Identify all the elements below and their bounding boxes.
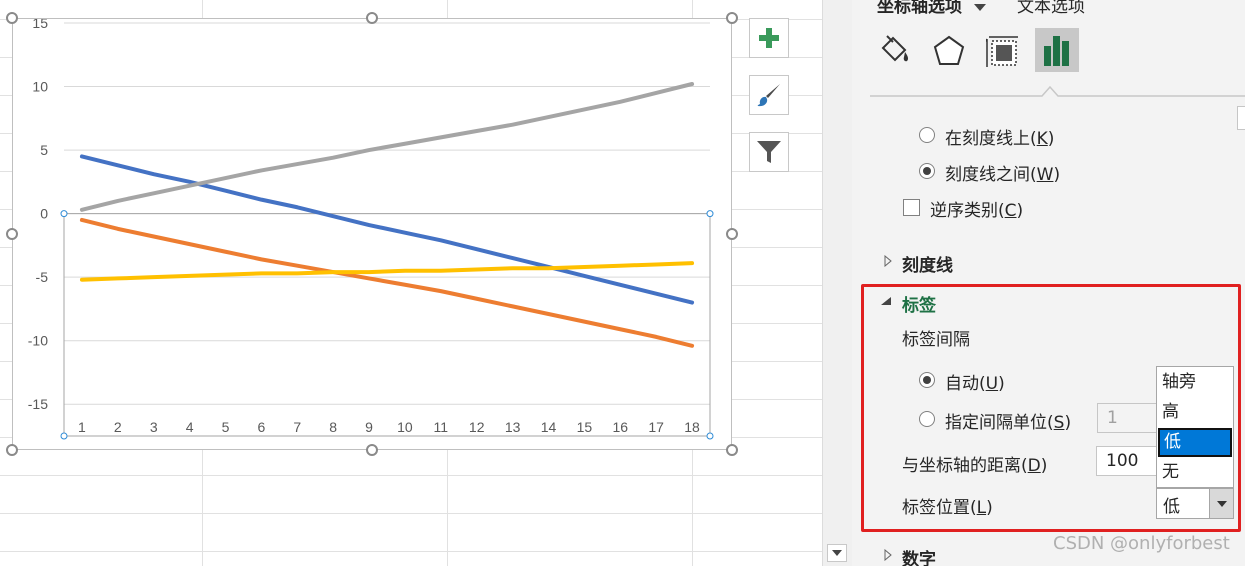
- chart-elements-button[interactable]: [749, 18, 789, 58]
- x-tick-label: 6: [257, 419, 265, 435]
- radio-on-tick-marks[interactable]: [919, 127, 935, 143]
- y-tick-label: -15: [28, 396, 48, 412]
- x-tick-label: 11: [434, 419, 449, 435]
- x-tick-label: 13: [505, 419, 521, 435]
- resize-handle-top-right[interactable]: [726, 12, 738, 24]
- resize-handle-top-left[interactable]: [6, 12, 18, 24]
- gridline: [0, 513, 822, 514]
- y-tick-label: 5: [40, 142, 48, 158]
- radio-between-tick-marks[interactable]: [919, 163, 935, 179]
- chart-plot: 151050-5-10-151 2 3 4 5 6 7 8 9 10 11 12 13 14 15 16 17 1…: [28, 19, 714, 440]
- x-tick-label: 5: [222, 419, 230, 435]
- y-tick-label: -10: [28, 333, 48, 349]
- x-tick-label: 4: [186, 419, 194, 435]
- series-line-3: [79, 81, 695, 212]
- plus-icon: [759, 28, 779, 48]
- resize-handle-left[interactable]: [6, 228, 18, 240]
- radio-on-tick-marks-label: 在刻度线上(K): [945, 129, 1055, 149]
- vertical-scrollbar[interactable]: [822, 0, 852, 566]
- x-tick-label: 1: [78, 419, 86, 435]
- checkbox-reverse-categories-label: 逆序类别(C): [930, 201, 1024, 221]
- x-tick-label: 2: [114, 419, 122, 435]
- brush-icon: [757, 84, 780, 107]
- gridline: [0, 475, 822, 476]
- x-tick-label: 16: [612, 419, 628, 435]
- x-tick-label: 9: [365, 419, 373, 435]
- pane-scroll-top: [1237, 106, 1245, 130]
- x-tick-label: 12: [469, 419, 485, 435]
- series-line-2: [79, 217, 695, 348]
- funnel-icon: [757, 141, 781, 163]
- resize-handle-right[interactable]: [726, 228, 738, 240]
- plot-area-handle: [706, 210, 714, 218]
- chart-styles-button[interactable]: [749, 75, 789, 115]
- resize-handle-bottom-left[interactable]: [6, 444, 18, 456]
- x-tick-label: 14: [541, 419, 557, 435]
- size-properties-icon[interactable]: [986, 35, 1020, 69]
- scroll-down-button[interactable]: [827, 544, 847, 562]
- x-tick-label: 15: [577, 419, 593, 435]
- section-tick-marks[interactable]: 刻度线: [902, 251, 953, 276]
- tab-text-options[interactable]: 文本选项: [1017, 0, 1085, 17]
- chevron-down-icon: [973, 4, 986, 11]
- x-tick-label: 10: [397, 419, 413, 435]
- highlight-box: [861, 284, 1241, 532]
- plot-area-handle: [706, 432, 714, 440]
- y-tick-label: -5: [36, 269, 49, 285]
- section-number[interactable]: 数字: [902, 545, 936, 566]
- x-tick-label: 17: [648, 419, 664, 435]
- expand-arrow-icon[interactable]: [884, 549, 892, 561]
- x-tick-label: 18: [684, 419, 700, 435]
- line-chart[interactable]: 15 10 5 0 -5 -10 -15 1 2 3 4 5 6 7 8 9 10 11 12 13 14 15 16 17 1…: [12, 18, 732, 450]
- x-tick-label: 8: [329, 419, 337, 435]
- chart-filters-button[interactable]: [749, 132, 789, 172]
- radio-between-tick-marks-label: 刻度线之间(W): [945, 165, 1061, 185]
- tab-axis-options[interactable]: 坐标轴选项: [877, 0, 986, 17]
- y-tick-label: 15: [32, 19, 48, 31]
- y-tick-label: 10: [32, 79, 48, 95]
- chevron-down-icon: [832, 550, 842, 556]
- x-tick-label: 7: [293, 419, 301, 435]
- y-tick-label: 0: [40, 206, 48, 222]
- watermark-text: CSDN @onlyforbest: [1053, 533, 1230, 554]
- plot-area-handle: [60, 210, 68, 218]
- bar-chart-icon: [1044, 36, 1069, 66]
- checkbox-reverse-categories[interactable]: [903, 199, 920, 216]
- gridline: [0, 551, 822, 552]
- axis-options-icon-tab[interactable]: [1035, 28, 1079, 72]
- resize-handle-bottom[interactable]: [366, 444, 378, 456]
- effects-icon[interactable]: [932, 34, 966, 68]
- plot-area-handle: [60, 432, 68, 440]
- fill-line-icon[interactable]: [877, 34, 913, 68]
- resize-handle-bottom-right[interactable]: [726, 444, 738, 456]
- tab-separator: [870, 85, 1245, 97]
- expand-arrow-icon[interactable]: [884, 255, 892, 267]
- x-tick-label: 3: [150, 419, 158, 435]
- plot-area-selection: [63, 213, 711, 437]
- resize-handle-top[interactable]: [366, 12, 378, 24]
